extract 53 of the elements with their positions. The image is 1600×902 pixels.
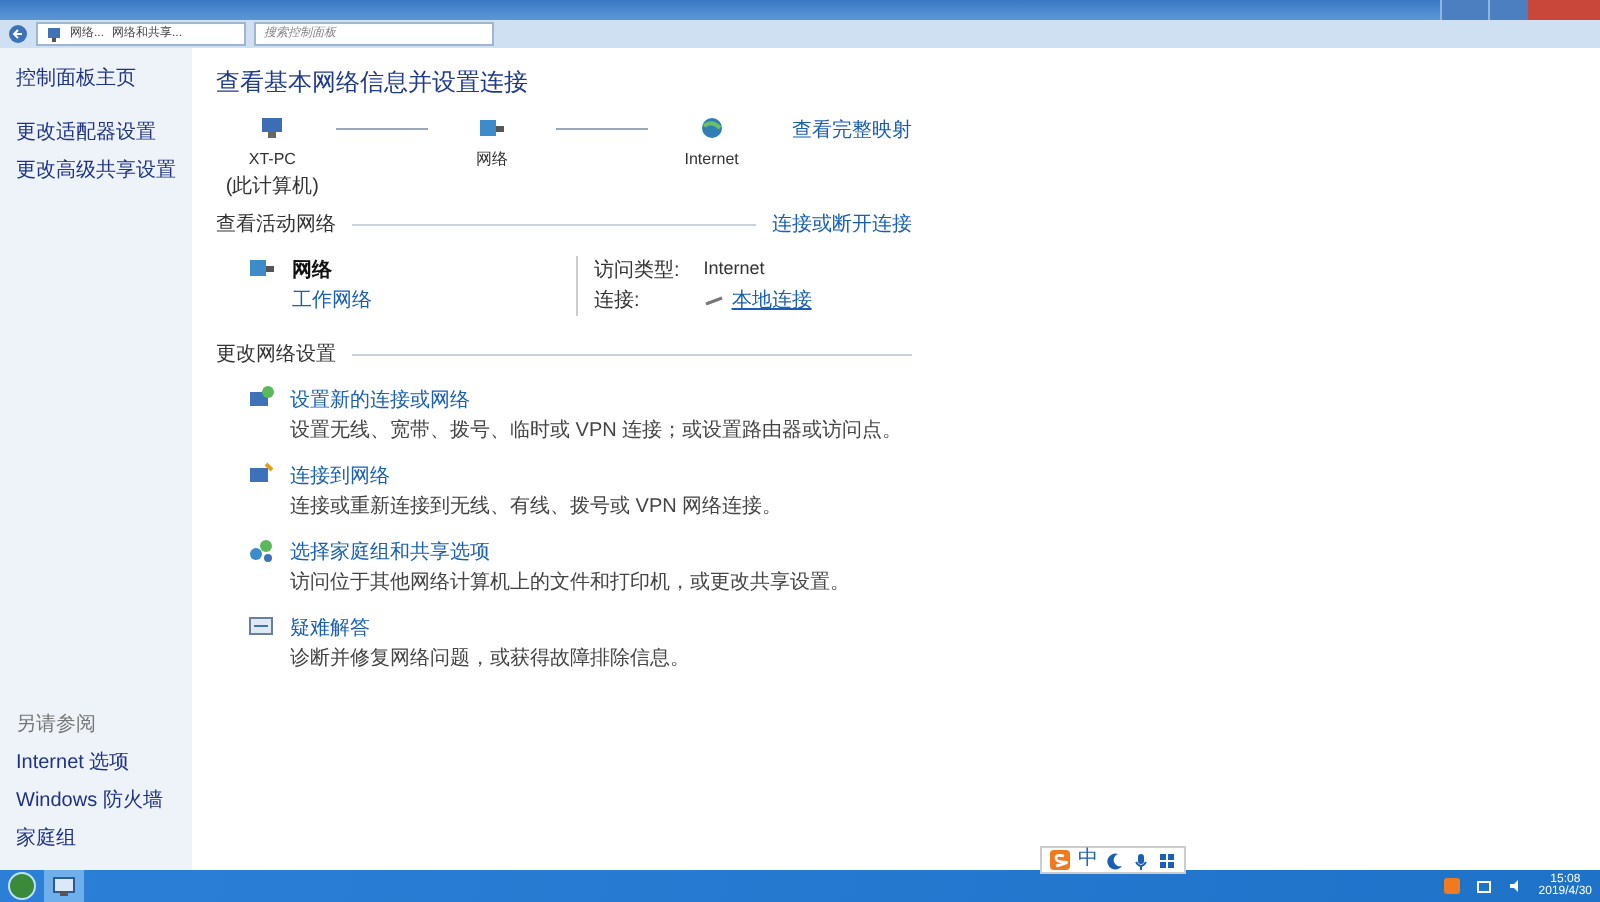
sidebar-link[interactable]: Windows 防火墙 [16, 786, 176, 816]
sidebar-heading: 另请参阅 [16, 711, 98, 740]
node-sublabel: (此计算机) [225, 173, 320, 202]
ime-mode[interactable]: 中 [1078, 850, 1098, 870]
node-label: 网络 [475, 148, 508, 172]
task-description: 访问位于其他网络计算机上的文件和打印机，或更改共享设置。 [290, 569, 850, 598]
section-heading: 查看活动网络 [216, 211, 336, 240]
network-icon [46, 26, 62, 42]
connection-line [556, 128, 648, 130]
task-link[interactable]: 疑难解答 [290, 614, 690, 644]
task-description: 诊断并修复网络问题，或获得故障排除信息。 [290, 645, 690, 674]
cable-icon [703, 294, 724, 308]
sidebar-link[interactable]: 控制面板主页 [16, 64, 176, 94]
task-link[interactable]: 连接到网络 [290, 462, 783, 492]
connection-line [336, 128, 428, 130]
grid-icon [1158, 851, 1176, 869]
sidebar-link[interactable]: 家庭组 [16, 824, 176, 854]
section-link[interactable]: 连接或断开连接 [772, 210, 912, 240]
network-name: 网络 [292, 257, 334, 286]
sidebar-link[interactable]: Internet 选项 [16, 748, 176, 778]
task-link[interactable]: 设置新的连接或网络 [290, 386, 903, 416]
field-label: 访问类型: [594, 257, 680, 286]
network-type-link[interactable]: 工作网络 [292, 286, 372, 316]
task-description: 设置无线、宽带、拨号、临时或 VPN 连接；或设置路由器或访问点。 [290, 417, 903, 446]
taskbar-app-button[interactable] [44, 870, 84, 902]
homegroup-icon [248, 538, 274, 562]
connection-link[interactable]: 本地连接 [731, 286, 812, 316]
internet-icon [697, 116, 726, 140]
sidebar-link[interactable]: 更改适配器设置 [16, 118, 176, 148]
task-description: 连接或重新连接到无线、有线、拨号或 VPN 网络连接。 [290, 493, 783, 522]
back-icon [8, 24, 28, 44]
map-link[interactable]: 查看完整映射 [791, 116, 912, 146]
moon-icon [1106, 851, 1124, 869]
task-link[interactable]: 选择家庭组和共享选项 [290, 538, 850, 568]
field-value: Internet [703, 256, 767, 282]
maximize-button[interactable] [1488, 0, 1528, 20]
network-icon [477, 116, 506, 140]
computer-icon [258, 116, 287, 140]
microphone-icon [1132, 851, 1150, 869]
ime-tray-icon [1444, 878, 1461, 894]
monitor-icon [52, 876, 76, 896]
speaker-icon [1508, 878, 1523, 894]
minimize-button[interactable] [1440, 0, 1488, 20]
network-icon [248, 256, 276, 280]
node-label: Internet [684, 148, 739, 172]
section-heading: 更改网络设置 [216, 341, 336, 370]
page-title: 查看基本网络信息并设置连接 [216, 66, 530, 100]
field-label: 连接: [594, 287, 642, 316]
node-label: XT-PC [248, 148, 296, 172]
start-button[interactable] [8, 872, 36, 900]
sidebar-link[interactable]: 更改高级共享设置 [16, 156, 176, 186]
close-button[interactable] [1528, 0, 1600, 20]
network-tray-icon [1476, 878, 1493, 894]
